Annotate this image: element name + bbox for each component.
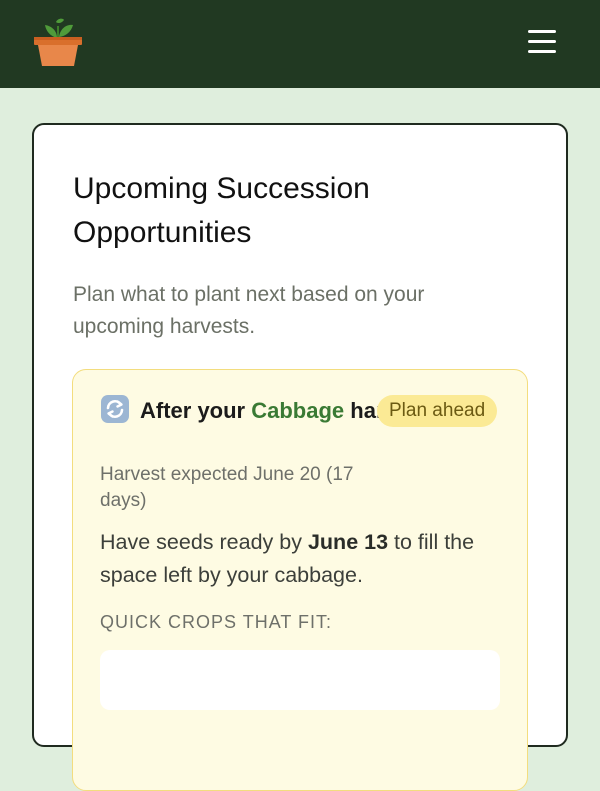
seed-date: June 13 [307, 530, 389, 554]
succession-card: Upcoming Succession Opportunities Plan w… [32, 123, 568, 791]
hamburger-menu-icon[interactable] [522, 26, 562, 58]
quick-crop-tile[interactable] [100, 650, 500, 710]
potted-plant-icon[interactable] [32, 16, 84, 68]
opportunity-item: After your Cabbage harvest Plan ahead Ha… [72, 369, 528, 791]
card-subtitle: Plan what to plant next based on your up… [73, 283, 425, 338]
heading-prefix: After your [140, 398, 246, 423]
cycle-arrows-icon [101, 395, 129, 423]
quick-crops-label: QUICK CROPS THAT FIT: [100, 612, 333, 632]
card-title: Upcoming Succession Opportunities [73, 172, 370, 249]
top-bar [0, 0, 600, 88]
crop-name: Cabbage [251, 398, 345, 423]
harvest-expected-note: Harvest expected June 20 (17 days) [100, 464, 354, 511]
seed-prefix: Have seeds ready by [100, 530, 302, 554]
seed-ready-text: Have seeds ready by June 13 to fill the … [100, 526, 520, 592]
plan-ahead-badge: Plan ahead [377, 395, 498, 427]
